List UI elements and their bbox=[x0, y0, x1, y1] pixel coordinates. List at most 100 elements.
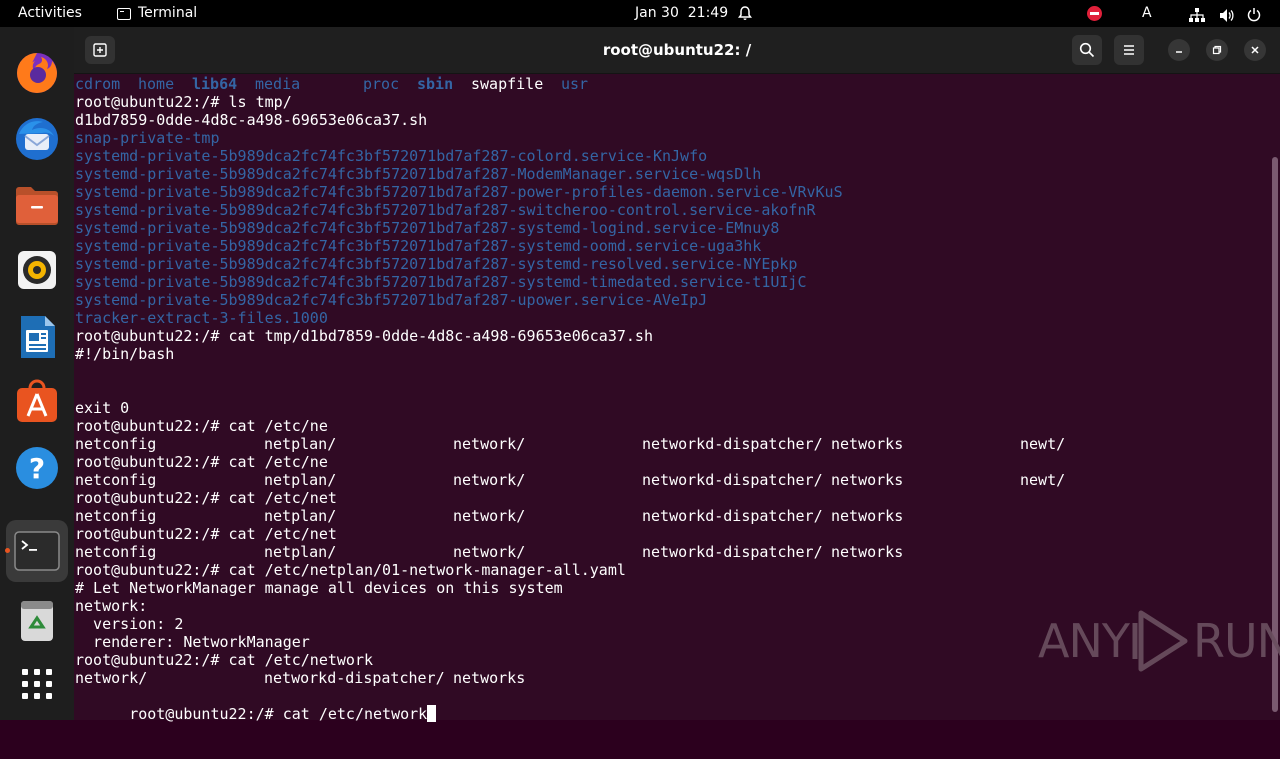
yaml-line: version: 2 bbox=[75, 615, 184, 633]
terminal-line: root@ubuntu22:/# ls tmp/ bbox=[75, 93, 292, 111]
dir-entry-line: systemd-private-5b989dca2fc74fc3bf572071… bbox=[75, 237, 762, 255]
top-bar: Activities Terminal Jan 30 21:49 A bbox=[0, 0, 1280, 27]
activities-button[interactable]: Activities bbox=[18, 0, 82, 27]
yaml-line: renderer: NetworkManager bbox=[75, 633, 310, 651]
completion-entry: netplan/ bbox=[264, 471, 337, 489]
completion-entry: networks bbox=[831, 471, 904, 489]
completion-entry: networks bbox=[831, 435, 904, 453]
completion-entry: networkd-dispatcher/ bbox=[264, 669, 445, 687]
completion-entry: netconfig bbox=[75, 543, 157, 561]
terminal-line: exit 0 bbox=[75, 399, 130, 417]
software-icon[interactable] bbox=[11, 375, 63, 427]
completion-entry: netconfig bbox=[75, 507, 157, 525]
clock[interactable]: Jan 30 21:49 bbox=[635, 0, 728, 27]
current-prompt: root@ubuntu22:/# cat /etc/network bbox=[129, 705, 428, 723]
system-tray[interactable]: A bbox=[1080, 0, 1280, 27]
recording-indicator-icon[interactable] bbox=[1087, 6, 1102, 21]
writer-icon[interactable] bbox=[11, 311, 63, 363]
dir-entry: usr bbox=[561, 75, 589, 93]
dir-entry-line: systemd-private-5b989dca2fc74fc3bf572071… bbox=[75, 183, 843, 201]
dock: ? bbox=[0, 27, 74, 720]
completion-entry: newt/ bbox=[1020, 471, 1066, 489]
terminal-line: root@ubuntu22:/# cat /etc/netplan/01-net… bbox=[75, 561, 626, 579]
completion-entry: networkd-dispatcher/ bbox=[642, 471, 823, 489]
yaml-line: # Let NetworkManager manage all devices … bbox=[75, 579, 563, 597]
completion-row-2: netconfig netplan/network/networkd-dispat… bbox=[75, 471, 1265, 489]
bell-icon[interactable] bbox=[737, 0, 753, 27]
watermark-text-right: RUN bbox=[1192, 614, 1280, 668]
completion-entry: netplan/ bbox=[264, 507, 337, 525]
watermark-text-left: ANY bbox=[1038, 614, 1130, 668]
completion-entry: network/ bbox=[453, 507, 526, 525]
help-icon[interactable]: ? bbox=[11, 442, 63, 494]
terminal-line: #!/bin/bash bbox=[75, 345, 175, 363]
play-logo-icon bbox=[1132, 610, 1188, 672]
minimize-button[interactable] bbox=[1168, 39, 1190, 61]
hamburger-icon bbox=[1124, 45, 1134, 55]
rhythmbox-icon[interactable] bbox=[11, 244, 63, 296]
dir-entry: cdrom bbox=[75, 75, 121, 93]
completion-entry: network/ bbox=[453, 471, 526, 489]
terminal-line: root@ubuntu22:/# cat /etc/ne bbox=[75, 453, 328, 471]
terminal-line: root@ubuntu22:/# cat /etc/net bbox=[75, 525, 337, 543]
dir-entry-line: systemd-private-5b989dca2fc74fc3bf572071… bbox=[75, 147, 708, 165]
new-tab-button[interactable] bbox=[85, 36, 115, 64]
thunderbird-icon[interactable] bbox=[11, 112, 63, 164]
terminal-line: root@ubuntu22:/# cat /etc/ne bbox=[75, 417, 328, 435]
completion-entry: network/ bbox=[453, 435, 526, 453]
menu-button[interactable] bbox=[1114, 35, 1144, 65]
completion-entry: network/ bbox=[453, 543, 526, 561]
completion-entry: networkd-dispatcher/ bbox=[642, 543, 823, 561]
completion-entry: newt/ bbox=[1020, 435, 1066, 453]
terminal-line: root@ubuntu22:/# cat tmp/d1bd7859-0dde-4… bbox=[75, 327, 653, 345]
dir-entry-line: tracker-extract-3-files.1000 bbox=[75, 309, 328, 327]
completion-entry: network/ bbox=[75, 669, 148, 687]
current-prompt-line[interactable]: root@ubuntu22:/# cat /etc/network bbox=[75, 687, 437, 723]
completion-entry: netplan/ bbox=[264, 435, 337, 453]
dir-entry-line: systemd-private-5b989dca2fc74fc3bf572071… bbox=[75, 165, 762, 183]
yaml-line: network: bbox=[75, 597, 148, 615]
firefox-icon[interactable] bbox=[11, 47, 63, 99]
dir-entry-line: systemd-private-5b989dca2fc74fc3bf572071… bbox=[75, 219, 780, 237]
dir-entry-line: systemd-private-5b989dca2fc74fc3bf572071… bbox=[75, 201, 816, 219]
new-tab-icon bbox=[93, 43, 107, 57]
maximize-button[interactable] bbox=[1206, 39, 1228, 61]
completion-entry: networks bbox=[453, 669, 526, 687]
terminal-icon[interactable] bbox=[6, 520, 68, 582]
dir-entry-line: systemd-private-5b989dca2fc74fc3bf572071… bbox=[75, 255, 798, 273]
dir-entry: sbin bbox=[417, 75, 454, 93]
app-menu[interactable]: Terminal bbox=[117, 0, 197, 27]
clock-time: 21:49 bbox=[687, 5, 729, 21]
files-icon[interactable] bbox=[11, 179, 63, 231]
terminal-line: root@ubuntu22:/# cat /etc/network bbox=[75, 651, 374, 669]
close-button[interactable] bbox=[1244, 39, 1266, 61]
running-indicator bbox=[5, 548, 10, 553]
completion-entry: networks bbox=[831, 507, 904, 525]
svg-text:?: ? bbox=[29, 452, 45, 485]
terminal-line: root@ubuntu22:/# cat /etc/net bbox=[75, 489, 337, 507]
dir-listing-row: cdrom home lib64 media proc sbin swapfil… bbox=[75, 75, 1265, 93]
close-icon bbox=[1251, 46, 1259, 54]
completion-entry: networkd-dispatcher/ bbox=[642, 435, 823, 453]
completion-entry: netplan/ bbox=[264, 543, 337, 561]
dir-entry: media bbox=[255, 75, 301, 93]
dir-entry-line: snap-private-tmp bbox=[75, 129, 220, 147]
anyrun-watermark: ANY RUN bbox=[1038, 606, 1280, 676]
terminal-line: d1bd7859-0dde-4d8c-a498-69653e06ca37.sh bbox=[75, 111, 428, 129]
dir-entry: proc bbox=[363, 75, 400, 93]
completion-row-1: netconfig netplan/network/networkd-dispat… bbox=[75, 435, 1265, 453]
trash-icon[interactable] bbox=[11, 594, 63, 646]
dir-entry-line: systemd-private-5b989dca2fc74fc3bf572071… bbox=[75, 291, 708, 309]
completion-entry: netconfig bbox=[75, 435, 157, 453]
dir-entry: home bbox=[138, 75, 175, 93]
dir-entry-line: systemd-private-5b989dca2fc74fc3bf572071… bbox=[75, 273, 807, 291]
search-button[interactable] bbox=[1072, 35, 1102, 65]
header-bar: root@ubuntu22: / bbox=[74, 27, 1280, 74]
app-menu-label: Terminal bbox=[138, 5, 198, 21]
keyboard-layout-indicator[interactable]: A bbox=[1142, 0, 1152, 27]
search-icon bbox=[1079, 42, 1095, 58]
apps-grid-icon[interactable] bbox=[11, 658, 63, 710]
restore-icon bbox=[1212, 45, 1222, 55]
clock-date: Jan 30 bbox=[635, 5, 679, 21]
completion-row-3: netconfig netplan/network/networkd-dispat… bbox=[75, 507, 1265, 525]
